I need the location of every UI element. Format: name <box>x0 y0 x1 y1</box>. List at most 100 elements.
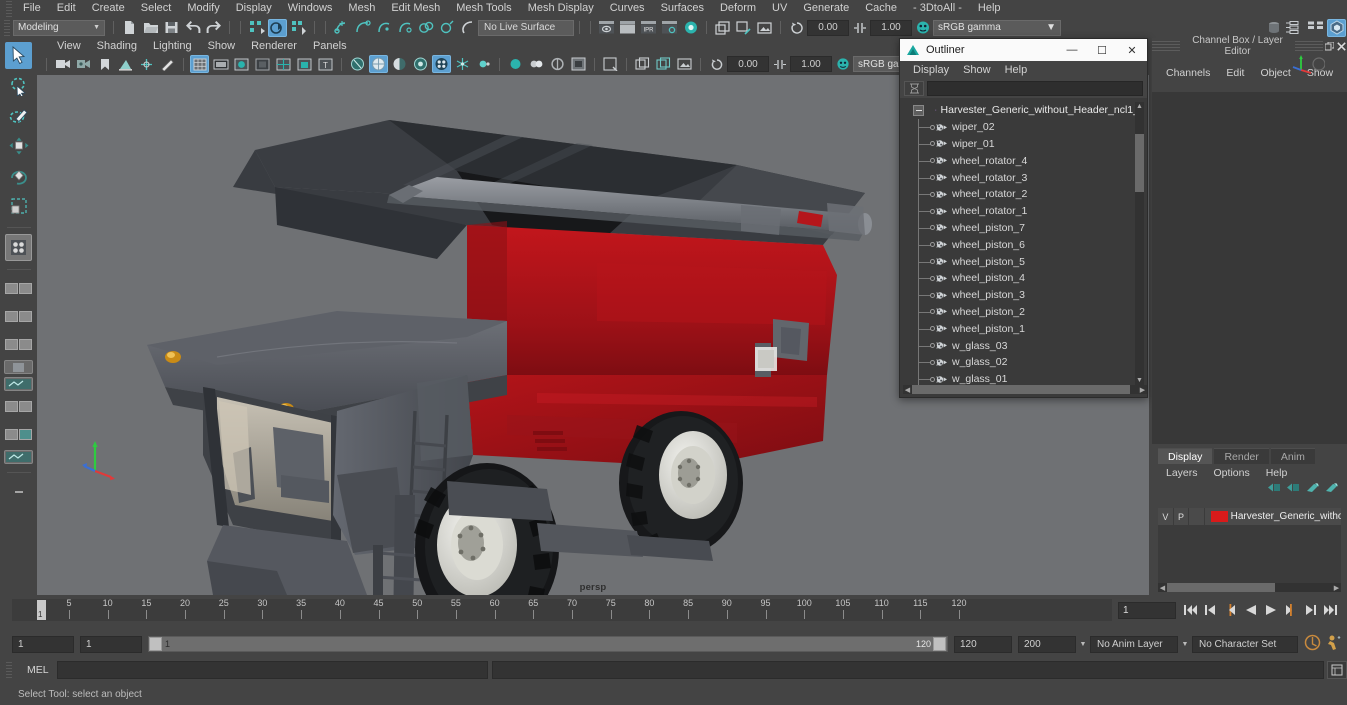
camera-attributes-icon[interactable] <box>74 55 93 73</box>
persp-graph-layout-button[interactable] <box>4 422 33 447</box>
channel-box-body[interactable] <box>1152 92 1347 444</box>
use-default-lighting-icon[interactable] <box>295 55 314 73</box>
menuset-selector[interactable]: Modeling ▼ <box>13 19 105 36</box>
open-scene-icon[interactable] <box>141 19 160 37</box>
select-by-object-icon[interactable] <box>268 18 287 37</box>
undock-button[interactable] <box>1323 40 1335 52</box>
xray-mode-icon[interactable]: T <box>316 55 335 73</box>
outliner-item-row[interactable]: wiper_02 <box>903 119 1139 137</box>
menu-windows[interactable]: Windows <box>280 0 341 17</box>
close-panel-button[interactable] <box>1335 40 1347 52</box>
viewport-snapshot-icon[interactable] <box>675 55 694 73</box>
layer-menu-layers[interactable]: Layers <box>1158 467 1206 479</box>
outliner-root-row[interactable]: Harvester_Generic_without_Header_ncl1_ <box>903 102 1139 119</box>
viewport-menu-panels[interactable]: Panels <box>305 40 355 52</box>
ipr-render-icon[interactable]: IPR <box>639 19 658 37</box>
tab-display[interactable]: Display <box>1158 448 1213 464</box>
outliner-horizontal-scrollbar[interactable]: ◀ ▶ <box>903 385 1147 394</box>
layer-color-swatch[interactable] <box>1211 511 1228 522</box>
outliner-item-row[interactable]: w_glass_01 <box>903 371 1139 385</box>
motion-blur-icon[interactable] <box>432 55 451 73</box>
outliner-menu-help[interactable]: Help <box>998 64 1035 76</box>
xray-joints-icon[interactable] <box>527 55 546 73</box>
menu-3dtoall[interactable]: - 3DtoAll - <box>905 0 970 17</box>
outliner-search-input[interactable] <box>927 81 1143 96</box>
channel-box-toggle-icon[interactable] <box>1306 19 1325 37</box>
play-forwards-button[interactable] <box>1262 602 1279 619</box>
select-by-hierarchy-icon[interactable] <box>247 19 266 37</box>
wireframe-shade-icon[interactable] <box>253 55 272 73</box>
step-back-button[interactable] <box>1202 602 1219 619</box>
outliner-filter-icon[interactable] <box>904 81 924 96</box>
attribute-editor-toggle-icon[interactable] <box>1285 19 1304 37</box>
snap-to-projected-center-icon[interactable] <box>395 19 414 37</box>
move-tool-button[interactable] <box>5 132 32 159</box>
menu-surfaces[interactable]: Surfaces <box>653 0 712 17</box>
tab-render[interactable]: Render <box>1214 448 1269 464</box>
single-perspective-layout-button[interactable] <box>4 276 33 301</box>
menu-help[interactable]: Help <box>970 0 1009 17</box>
expand-collapse-toggle[interactable] <box>909 102 935 118</box>
layer-menu-options[interactable]: Options <box>1206 467 1258 479</box>
command-input-field[interactable] <box>56 661 489 679</box>
rotate-tool-button[interactable] <box>5 162 32 189</box>
outliner-item-row[interactable]: wheel_piston_1 <box>903 320 1139 338</box>
persp-outliner-layout-button[interactable] <box>4 450 33 464</box>
menu-modify[interactable]: Modify <box>179 0 227 17</box>
layer-menu-help[interactable]: Help <box>1258 467 1296 479</box>
new-scene-icon[interactable] <box>120 19 139 37</box>
outliner-item-row[interactable]: wheel_rotator_4 <box>903 152 1139 170</box>
gamma-reset-icon[interactable] <box>850 19 869 37</box>
range-start-handle[interactable] <box>149 637 162 651</box>
scroll-down-icon[interactable]: ▼ <box>1135 376 1144 385</box>
outliner-item-row[interactable]: wiper_01 <box>903 135 1139 153</box>
menu-select[interactable]: Select <box>133 0 180 17</box>
graph-editor-layout-button[interactable] <box>4 394 33 419</box>
multisample-aa-icon[interactable] <box>453 55 472 73</box>
channel-box-menu-edit[interactable]: Edit <box>1218 67 1252 79</box>
bookmark-icon[interactable] <box>95 55 114 73</box>
grease-pencil-icon[interactable] <box>734 19 753 37</box>
modeling-toolkit-icon[interactable] <box>1327 18 1346 37</box>
menu-file[interactable]: File <box>15 0 49 17</box>
command-language-label[interactable]: MEL <box>15 664 57 676</box>
2d-pan-zoom-icon[interactable] <box>713 19 732 37</box>
expand-toolbox-button[interactable] <box>5 479 32 506</box>
menu-cache[interactable]: Cache <box>857 0 905 17</box>
layer-visibility-toggle[interactable]: V <box>1158 508 1174 525</box>
screen-space-ao-icon[interactable] <box>411 55 430 73</box>
scrollbar-thumb[interactable] <box>1167 583 1275 592</box>
panel-grip[interactable] <box>1152 40 1180 52</box>
range-start-field[interactable]: 1 <box>80 635 142 653</box>
previous-key-button[interactable] <box>1222 602 1239 619</box>
paint-select-tool-button[interactable] <box>5 102 32 129</box>
channel-box-menu-channels[interactable]: Channels <box>1158 67 1218 79</box>
scroll-up-icon[interactable]: ▲ <box>1135 102 1144 111</box>
outliner-window[interactable]: Outliner — ☐ ✕ Display Show Help Harvest… <box>899 38 1148 398</box>
outliner-tree[interactable]: Harvester_Generic_without_Header_ncl1_ w… <box>903 102 1139 385</box>
redo-icon[interactable] <box>204 19 223 37</box>
copy-viewport-icon[interactable] <box>654 55 673 73</box>
tab-anim[interactable]: Anim <box>1270 448 1315 464</box>
viewport-exposure-field[interactable]: 0.00 <box>727 56 769 72</box>
scroll-left-icon[interactable]: ◀ <box>903 385 912 394</box>
smooth-shade-icon[interactable] <box>232 55 251 73</box>
textured-shade-icon[interactable] <box>274 55 293 73</box>
next-key-button[interactable] <box>1282 602 1299 619</box>
outliner-item-row[interactable]: wheel_rotator_2 <box>903 186 1139 204</box>
menu-deform[interactable]: Deform <box>712 0 764 17</box>
scroll-right-icon[interactable]: ▶ <box>1332 583 1341 592</box>
viewport-image-icon[interactable] <box>755 19 774 37</box>
film-gate-icon[interactable] <box>211 55 230 73</box>
exposure-reset-icon[interactable] <box>787 19 806 37</box>
viewport-menu-show[interactable]: Show <box>200 40 244 52</box>
anim-end-field[interactable]: 200 <box>1018 635 1076 653</box>
gamma-reset-viewport-icon[interactable] <box>770 55 789 73</box>
image-plane-icon[interactable] <box>116 55 135 73</box>
color-management-icon[interactable] <box>913 19 932 37</box>
create-layer-from-selected-icon[interactable] <box>1287 482 1301 496</box>
range-end-field[interactable]: 120 <box>954 635 1012 653</box>
select-by-component-icon[interactable] <box>289 19 308 37</box>
outliner-menu-show[interactable]: Show <box>956 64 998 76</box>
outliner-item-row[interactable]: wheel_rotator_1 <box>903 203 1139 221</box>
